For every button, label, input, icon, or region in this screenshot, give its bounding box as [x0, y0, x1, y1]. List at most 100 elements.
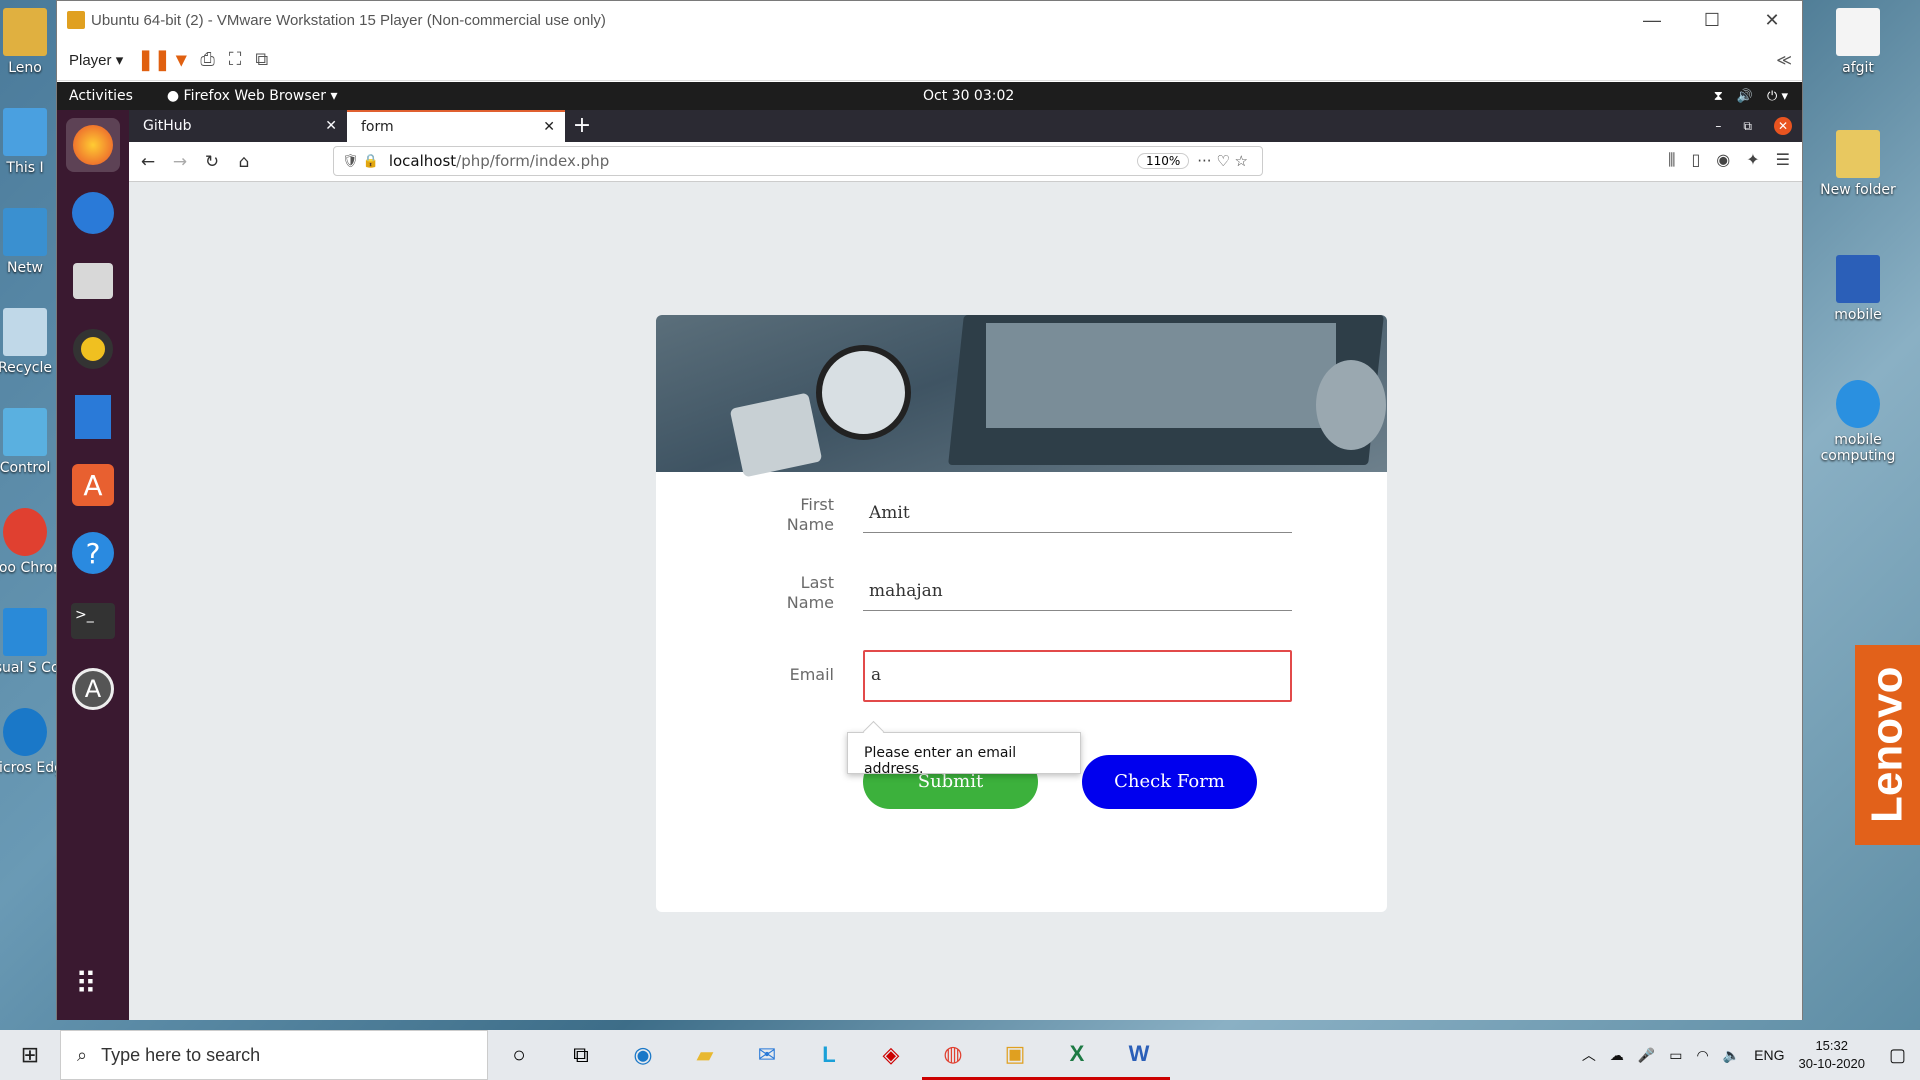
lenovo-taskbar-icon[interactable]: L	[798, 1030, 860, 1080]
chevron-up-icon[interactable]: ︿	[1582, 1045, 1596, 1065]
network-icon[interactable]: ⧗	[1714, 89, 1723, 104]
close-icon[interactable]: ✕	[1742, 10, 1802, 31]
zoom-indicator[interactable]: 110%	[1136, 153, 1190, 169]
firefox-dock-icon[interactable]	[66, 118, 120, 172]
search-icon: ⌕	[77, 1044, 88, 1065]
minimize-icon[interactable]: –	[1715, 119, 1721, 133]
minimize-icon[interactable]: —	[1622, 10, 1682, 31]
tab-form[interactable]: form ✕	[347, 110, 565, 142]
fullscreen-icon[interactable]: ⛶	[229, 49, 242, 70]
libreoffice-writer-dock-icon[interactable]	[66, 390, 120, 444]
battery-icon[interactable]: ▭	[1669, 1047, 1682, 1064]
activities-button[interactable]: Activities	[69, 88, 133, 104]
power-icon[interactable]: ⏻ ▾	[1767, 89, 1788, 104]
volume-icon[interactable]: 🔊	[1737, 89, 1753, 104]
app-grid-icon[interactable]: ⠿	[75, 967, 99, 1002]
desktop-icon-new-folder[interactable]: New folder	[1803, 130, 1913, 198]
header-image	[656, 315, 1387, 478]
library-icon[interactable]: ⫼	[1668, 150, 1675, 170]
forward-icon[interactable]: →	[167, 152, 193, 172]
files-dock-icon[interactable]	[66, 254, 120, 308]
tab-github[interactable]: GitHub ✕	[129, 110, 347, 142]
vmware-taskbar-icon[interactable]: ▣	[984, 1030, 1046, 1080]
rhythmbox-dock-icon[interactable]	[66, 322, 120, 376]
extensions-icon[interactable]: ✦	[1746, 150, 1759, 170]
word-taskbar-icon[interactable]: W	[1108, 1030, 1170, 1080]
send-ctrl-alt-del-icon[interactable]: ⎙	[200, 49, 214, 70]
desktop-icon-mobile-computing[interactable]: mobile computing	[1803, 380, 1913, 464]
email-input[interactable]: a	[863, 650, 1292, 702]
mcafee-taskbar-icon[interactable]: ◈	[860, 1030, 922, 1080]
chrome-taskbar-icon[interactable]: ◍	[922, 1030, 984, 1080]
shield-icon[interactable]: 🛡 🔒	[342, 154, 379, 169]
form-card: First Name Amit Last Name mahajan Email …	[656, 315, 1387, 912]
back-icon[interactable]: ←	[135, 152, 161, 172]
sidebar-icon[interactable]: ▯	[1691, 150, 1700, 170]
home-icon[interactable]: ⌂	[231, 152, 257, 172]
collapse-icon[interactable]: ≪	[1776, 51, 1792, 69]
notification-icon[interactable]: ▢	[1889, 1045, 1906, 1066]
software-center-dock-icon[interactable]: A	[66, 458, 120, 512]
vmware-title: Ubuntu 64-bit (2) - VMware Workstation 1…	[91, 11, 606, 29]
close-icon[interactable]: ✕	[1774, 117, 1792, 135]
cortana-icon[interactable]: ○	[488, 1030, 550, 1080]
excel-taskbar-icon[interactable]: X	[1046, 1030, 1108, 1080]
account-icon[interactable]: ◉	[1716, 150, 1730, 170]
task-view-icon[interactable]: ⧉	[550, 1030, 612, 1080]
url-path: /php/form/index.php	[456, 152, 610, 170]
language-indicator[interactable]: ENG	[1754, 1047, 1784, 1063]
speaker-icon[interactable]: 🔈	[1723, 1047, 1740, 1064]
last-name-input[interactable]: mahajan	[863, 571, 1292, 611]
vmware-logo-icon	[67, 11, 85, 29]
lenovo-logo: Lenovo	[1855, 645, 1920, 845]
taskbar-search[interactable]: ⌕ Type here to search	[60, 1030, 488, 1080]
validation-tooltip: Please enter an email address.	[847, 732, 1081, 777]
desktop-icon-mobile-doc[interactable]: mobile	[1803, 255, 1913, 323]
edge-taskbar-icon[interactable]: ◉	[612, 1030, 674, 1080]
url-bar[interactable]: 🛡 🔒 localhost/php/form/index.php 110% ··…	[333, 146, 1263, 176]
terminal-dock-icon[interactable]: >_	[66, 594, 120, 648]
updater-dock-icon[interactable]: A	[66, 662, 120, 716]
ubuntu-topbar: Activities ● Firefox Web Browser ▾ Oct 3…	[57, 82, 1802, 110]
toolbar-right: ⫼ ▯ ◉ ✦ ☰	[1668, 150, 1790, 170]
onedrive-icon[interactable]: ☁	[1610, 1047, 1624, 1064]
url-host: localhost	[388, 152, 457, 170]
first-name-input[interactable]: Amit	[863, 493, 1292, 533]
ubuntu-clock[interactable]: Oct 30 03:02	[923, 88, 1014, 104]
maximize-icon[interactable]: ☐	[1682, 10, 1742, 31]
desktop-right-icons: afgit New folder mobile mobile computing	[1803, 0, 1920, 1030]
page-actions-icon[interactable]: ··· ♡ ☆	[1197, 152, 1248, 170]
close-tab-icon[interactable]: ✕	[543, 119, 555, 135]
help-dock-icon[interactable]: ?	[66, 526, 120, 580]
vmware-titlebar: Ubuntu 64-bit (2) - VMware Workstation 1…	[57, 1, 1802, 39]
player-menu[interactable]: Player ▾	[69, 51, 123, 69]
phone-image	[729, 392, 823, 478]
desktop-icon-afgit[interactable]: afgit	[1803, 8, 1913, 76]
microphone-icon[interactable]: 🎤	[1638, 1047, 1655, 1064]
vmware-toolbar: Player ▾ ❚❚ ▾ ⎙ ⛶ ⧉ ≪	[57, 39, 1802, 81]
reload-icon[interactable]: ↻	[199, 152, 225, 172]
tab-strip: GitHub ✕ form ✕ + – ⧉ ✕	[129, 110, 1802, 142]
page-content: First Name Amit Last Name mahajan Email …	[129, 182, 1802, 1020]
file-explorer-taskbar-icon[interactable]: ▰	[674, 1030, 736, 1080]
thunderbird-dock-icon[interactable]	[66, 186, 120, 240]
pause-icon[interactable]: ❚❚ ▾	[137, 47, 186, 72]
ubuntu-dock: A ? >_ A ⠿	[57, 110, 129, 1020]
firefox-window: GitHub ✕ form ✕ + – ⧉ ✕ ← → ↻ ⌂ 🛡 🔒 localh…	[129, 110, 1802, 1020]
close-tab-icon[interactable]: ✕	[325, 118, 337, 134]
wifi-icon[interactable]: ◠	[1696, 1047, 1708, 1064]
windows-start-icon[interactable]: ⊞	[0, 1042, 60, 1068]
app-menu[interactable]: ● Firefox Web Browser ▾	[167, 88, 338, 104]
menu-icon[interactable]: ☰	[1776, 150, 1790, 170]
first-name-label: First Name	[786, 495, 834, 534]
email-label: Email	[789, 665, 834, 684]
laptop-screen-image	[986, 323, 1336, 428]
unity-icon[interactable]: ⧉	[255, 49, 268, 70]
new-tab-icon[interactable]: +	[565, 110, 599, 142]
desktop-left-icons: Leno This I Netw Recycle Control Goo Chr…	[0, 0, 68, 1030]
clock-date[interactable]: 15:32 30-10-2020	[1798, 1037, 1865, 1073]
restore-icon[interactable]: ⧉	[1743, 119, 1752, 134]
last-name-label: Last Name	[786, 573, 834, 612]
check-form-button[interactable]: Check Form	[1082, 755, 1257, 809]
mail-taskbar-icon[interactable]: ✉	[736, 1030, 798, 1080]
